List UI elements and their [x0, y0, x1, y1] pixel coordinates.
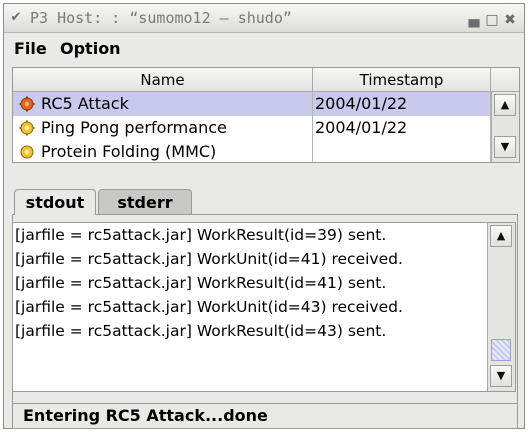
- scroll-down-icon[interactable]: ▼: [490, 365, 512, 387]
- cell-timestamp: 2004/01/22: [313, 116, 491, 140]
- app-window: ✔ P3 Host: : “sumomo12 – shudo” ▄ □ ✖ File…: [3, 3, 525, 429]
- title-bar[interactable]: ✔ P3 Host: : “sumomo12 – shudo” ▄ □ ✖: [4, 4, 524, 33]
- menu-file[interactable]: File: [14, 39, 47, 59]
- window-title: P3 Host: : “sumomo12 – shudo”: [30, 9, 292, 27]
- menu-bar: File Option: [4, 33, 524, 63]
- cell-timestamp: [313, 140, 491, 162]
- scroll-up-icon[interactable]: ▲: [494, 94, 516, 116]
- log-line: [jarfile = rc5attack.jar] WorkResult(id=…: [15, 322, 387, 340]
- status-bar: Entering RC5 Attack...done: [12, 403, 518, 429]
- tab-stdout[interactable]: stdout: [14, 189, 96, 215]
- cell-name: Ping Pong performance: [13, 116, 313, 140]
- scroll-down-icon[interactable]: ▼: [494, 136, 516, 158]
- log-line: [jarfile = rc5attack.jar] WorkResult(id=…: [15, 226, 387, 244]
- minimize-icon[interactable]: ▄: [466, 12, 482, 28]
- header-corner: [491, 68, 519, 92]
- tab-stderr[interactable]: stderr: [98, 189, 192, 215]
- cell-name: RC5 Attack: [13, 92, 313, 116]
- table-row[interactable]: Protein Folding (MMC): [13, 140, 491, 162]
- menu-option[interactable]: Option: [60, 39, 121, 59]
- scroll-up-icon[interactable]: ▲: [490, 225, 512, 247]
- column-header-timestamp[interactable]: Timestamp: [313, 68, 491, 92]
- task-table: Name Timestamp RC5 Attack 2004/01/22 Pin…: [12, 67, 520, 163]
- table-row[interactable]: Ping Pong performance 2004/01/22: [13, 116, 491, 140]
- window-menu-icon[interactable]: ✔: [8, 10, 24, 26]
- log-line: [jarfile = rc5attack.jar] WorkUnit(id=41…: [15, 250, 403, 268]
- cell-name: Protein Folding (MMC): [13, 140, 313, 162]
- log-line: [jarfile = rc5attack.jar] WorkResult(id=…: [15, 274, 387, 292]
- close-icon[interactable]: ✖: [502, 12, 518, 28]
- window-controls: ▄ □ ✖: [464, 9, 518, 28]
- maximize-icon[interactable]: □: [484, 12, 500, 28]
- log-scrollbar[interactable]: ▲ ▼: [487, 223, 515, 391]
- table-row[interactable]: RC5 Attack 2004/01/22: [13, 92, 491, 116]
- scroll-thumb[interactable]: [491, 339, 511, 361]
- cell-timestamp: 2004/01/22: [313, 92, 491, 116]
- log-line: [jarfile = rc5attack.jar] WorkUnit(id=43…: [15, 298, 403, 316]
- stdout-log[interactable]: [jarfile = rc5attack.jar] WorkResult(id=…: [12, 222, 516, 392]
- table-scrollbar[interactable]: ▲ ▼: [491, 92, 519, 162]
- column-header-name[interactable]: Name: [13, 68, 313, 92]
